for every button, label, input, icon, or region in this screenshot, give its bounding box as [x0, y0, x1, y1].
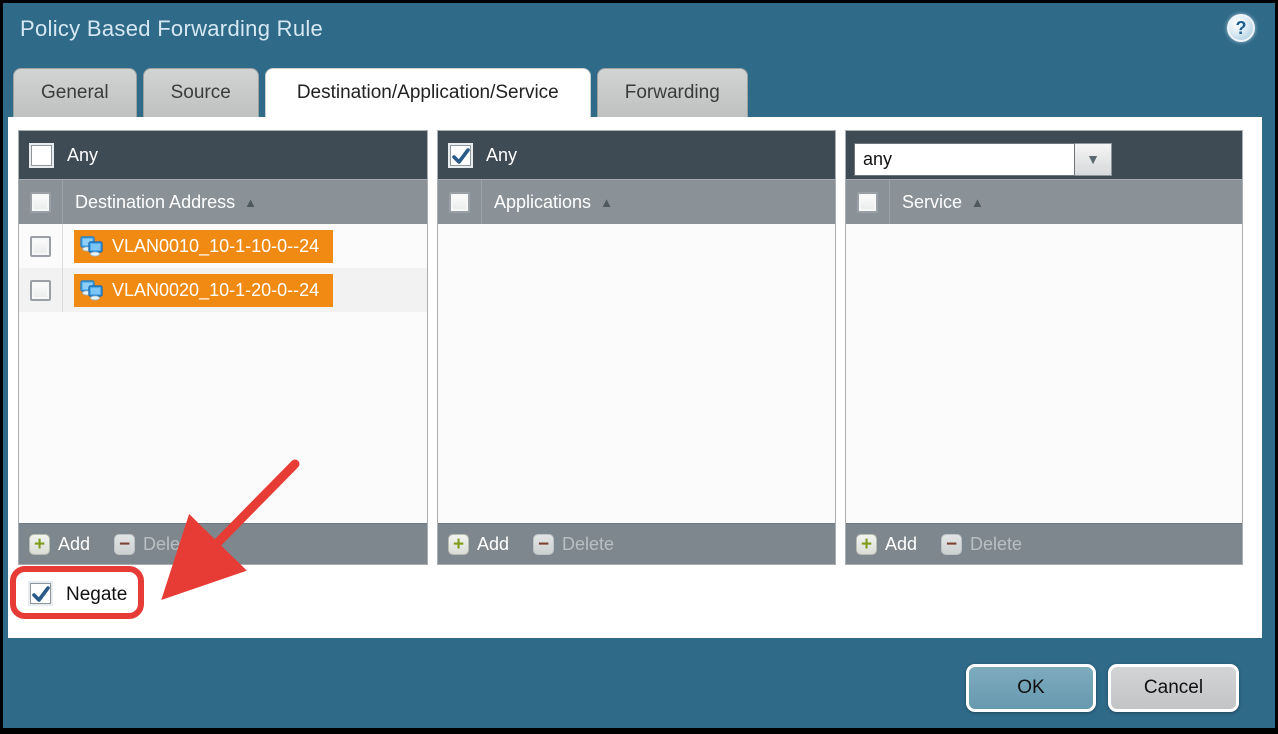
applications-list — [438, 224, 835, 523]
applications-select-all-checkbox[interactable] — [449, 192, 470, 213]
service-header-label: Service — [902, 192, 962, 213]
table-row[interactable]: VLAN0010_10-1-10-0--24 — [19, 224, 427, 268]
row-checkbox[interactable] — [30, 280, 51, 301]
applications-header-label: Applications — [494, 192, 591, 213]
service-dropdown-button[interactable]: ▼ — [1075, 143, 1112, 176]
destination-any-checkbox[interactable] — [29, 143, 54, 168]
check-icon — [451, 148, 471, 166]
service-header-row[interactable]: Service ▲ — [846, 179, 1242, 224]
delete-icon: − — [114, 534, 135, 555]
network-subnet-icon — [79, 279, 105, 301]
delete-icon: − — [941, 534, 962, 555]
applications-header-row[interactable]: Applications ▲ — [438, 179, 835, 224]
address-object-label: VLAN0020_10-1-20-0--24 — [112, 280, 319, 301]
add-icon: + — [29, 534, 50, 555]
red-highlight-box — [10, 566, 144, 619]
applications-any-bar: Any — [438, 131, 835, 179]
tab-forwarding[interactable]: Forwarding — [597, 68, 748, 117]
service-footer-bar: + Add − Delete — [846, 523, 1242, 564]
destination-select-all-checkbox[interactable] — [30, 192, 51, 213]
cancel-button[interactable]: Cancel — [1108, 664, 1239, 712]
ok-button[interactable]: OK — [966, 664, 1096, 712]
destination-address-header-row[interactable]: Destination Address ▲ — [19, 179, 427, 224]
delete-button[interactable]: − Delete — [941, 534, 1022, 555]
sort-ascending-icon[interactable]: ▲ — [244, 195, 257, 210]
red-callout-arrow — [145, 448, 310, 608]
address-object-label: VLAN0010_10-1-10-0--24 — [112, 236, 319, 257]
add-button[interactable]: + Add — [856, 534, 917, 555]
applications-any-label: Any — [486, 145, 517, 166]
address-object-chip[interactable]: VLAN0010_10-1-10-0--24 — [74, 230, 333, 263]
sort-ascending-icon[interactable]: ▲ — [971, 195, 984, 210]
add-label: Add — [885, 534, 917, 555]
add-icon: + — [856, 534, 877, 555]
help-icon[interactable]: ? — [1227, 14, 1255, 42]
chevron-down-icon: ▼ — [1086, 151, 1100, 167]
service-dropdown-value[interactable]: any — [854, 143, 1075, 176]
sort-ascending-icon[interactable]: ▲ — [600, 195, 613, 210]
delete-button[interactable]: − Delete — [533, 534, 614, 555]
table-row[interactable]: VLAN0020_10-1-20-0--24 — [19, 268, 427, 312]
network-subnet-icon — [79, 235, 105, 257]
dialog-title: Policy Based Forwarding Rule — [20, 16, 323, 42]
destination-any-label: Any — [67, 145, 98, 166]
address-object-chip[interactable]: VLAN0020_10-1-20-0--24 — [74, 274, 333, 307]
applications-footer-bar: + Add − Delete — [438, 523, 835, 564]
add-label: Add — [477, 534, 509, 555]
tab-bar: General Source Destination/Application/S… — [13, 68, 748, 117]
add-icon: + — [448, 534, 469, 555]
delete-label: Delete — [970, 534, 1022, 555]
service-list — [846, 224, 1242, 523]
tab-general[interactable]: General — [13, 68, 137, 117]
delete-label: Delete — [562, 534, 614, 555]
service-dropdown[interactable]: any ▼ — [854, 143, 1112, 176]
tab-source[interactable]: Source — [143, 68, 259, 117]
delete-icon: − — [533, 534, 554, 555]
add-button[interactable]: + Add — [29, 534, 90, 555]
service-any-bar: any ▼ — [846, 131, 1242, 179]
add-button[interactable]: + Add — [448, 534, 509, 555]
tab-destination-application-service[interactable]: Destination/Application/Service — [265, 68, 591, 117]
destination-address-header-label: Destination Address — [75, 192, 235, 213]
service-panel: any ▼ Service ▲ + Add − Delete — [845, 130, 1243, 565]
applications-panel: Any Applications ▲ + Add − Delete — [437, 130, 836, 565]
destination-any-bar: Any — [19, 131, 427, 179]
help-glyph: ? — [1236, 18, 1247, 39]
row-checkbox[interactable] — [30, 236, 51, 257]
applications-any-checkbox[interactable] — [448, 143, 473, 168]
add-label: Add — [58, 534, 90, 555]
service-select-all-checkbox[interactable] — [857, 192, 878, 213]
